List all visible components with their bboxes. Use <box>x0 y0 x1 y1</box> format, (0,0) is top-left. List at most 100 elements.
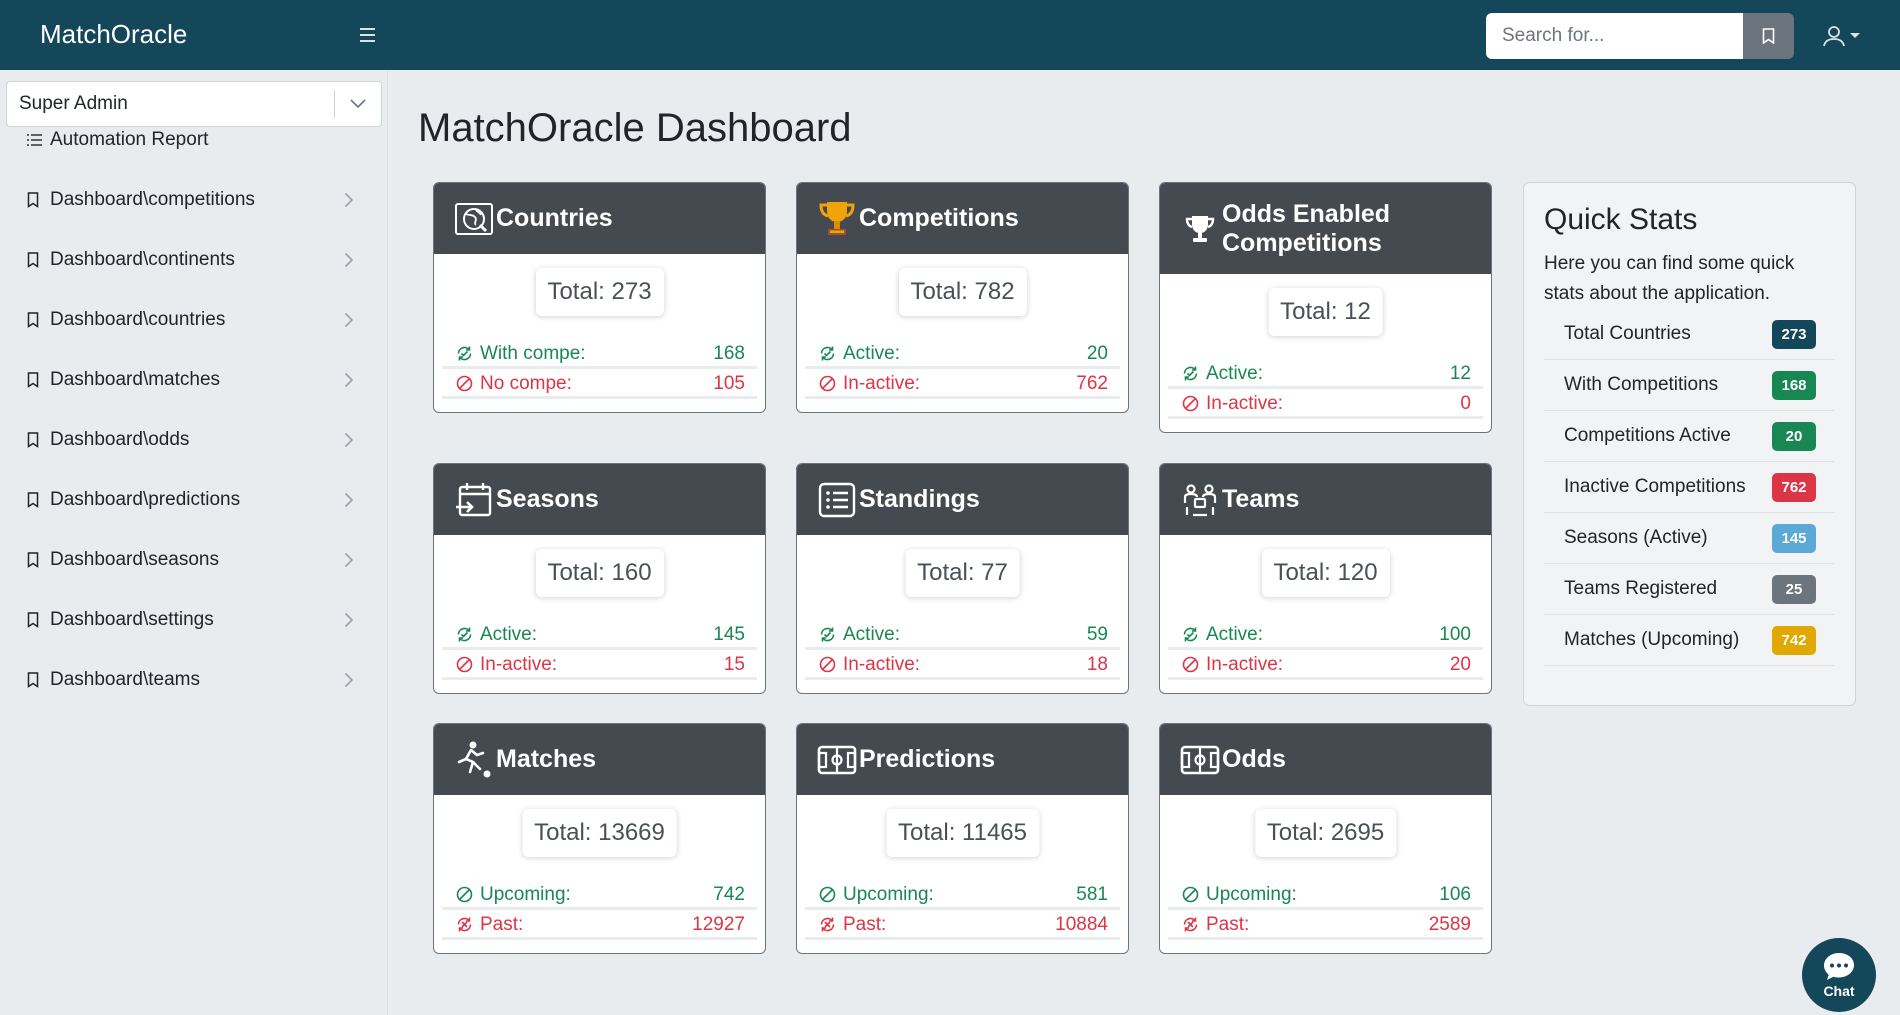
user-icon <box>1823 26 1845 47</box>
quick-stat-label: Inactive Competitions <box>1564 476 1746 497</box>
sidebar-item[interactable]: Dashboard\teams <box>0 655 388 705</box>
card-body: Total: 12 Active: 12 In-active: 0 <box>1160 274 1491 432</box>
sidebar-item-label: Dashboard\competitions <box>50 189 255 210</box>
stat-label: Active: <box>1206 623 1264 645</box>
stat-label: In-active: <box>1206 653 1284 675</box>
count-badge: 273 <box>1772 319 1816 349</box>
card-stat-row: In-active: 0 <box>1168 391 1483 419</box>
calendar-icon <box>454 480 494 520</box>
quick-stats-title: Quick Stats <box>1544 203 1698 236</box>
sidebar-item-label: Dashboard\continents <box>50 249 235 270</box>
check-refresh-icon <box>819 626 837 643</box>
quick-stat-item: Competitions Active 20 <box>1544 411 1834 462</box>
top-navbar: MatchOracle <box>0 0 1900 70</box>
quick-stat-item: Total Countries 273 <box>1544 309 1834 360</box>
card-header: Competitions <box>797 183 1128 254</box>
card-stat-row: Upcoming: 742 <box>442 882 757 910</box>
card-title: Countries <box>496 204 613 232</box>
stat-label: Active: <box>843 623 901 645</box>
check-refresh-icon <box>1182 365 1200 382</box>
card-header: Odds <box>1160 724 1491 795</box>
menu-toggle-icon[interactable] <box>356 24 380 46</box>
card-total: Total: 160 <box>535 549 664 597</box>
check-refresh-icon <box>456 345 474 362</box>
stat-label: Past: <box>843 913 887 935</box>
chevron-right-icon <box>344 552 364 568</box>
stat-value: 18 <box>1086 653 1108 675</box>
card-total: Total: 2695 <box>1254 809 1397 857</box>
sidebar-item[interactable]: Dashboard\matches <box>0 355 388 405</box>
card-body: Total: 782 Active: 20 In-active: 762 <box>797 254 1128 412</box>
bookmark-icon <box>1762 28 1775 44</box>
search-button[interactable] <box>1743 13 1794 59</box>
stat-value: 168 <box>713 342 745 364</box>
bookmark-icon <box>27 372 43 388</box>
stat-card: Teams Total: 120 Active: 100 In-active: 20 <box>1159 463 1492 694</box>
search-input[interactable] <box>1486 13 1743 59</box>
stat-value: 145 <box>713 623 745 645</box>
quick-stats-panel: Quick Stats Here you can find some quick… <box>1523 182 1856 706</box>
page-title: MatchOracle Dashboard <box>418 106 852 150</box>
chevron-right-icon <box>344 492 364 508</box>
chevron-down-icon <box>335 99 381 109</box>
stat-label: Upcoming: <box>843 883 934 905</box>
chat-bubble-icon <box>1824 953 1854 980</box>
stat-label: In-active: <box>1206 392 1284 414</box>
sidebar-item[interactable]: Dashboard\countries <box>0 295 388 345</box>
stat-label: Upcoming: <box>1206 883 1297 905</box>
stat-value: 2589 <box>1428 913 1471 935</box>
bookmark-icon <box>27 432 43 448</box>
quick-stat-label: Teams Registered <box>1564 578 1718 599</box>
stat-label: In-active: <box>843 653 921 675</box>
stat-value: 762 <box>1076 372 1108 394</box>
stat-label: Active: <box>843 342 901 364</box>
bookmark-icon <box>27 192 43 208</box>
card-stat-row: In-active: 15 <box>442 652 757 680</box>
chevron-right-icon <box>344 312 364 328</box>
card-title: Teams <box>1222 485 1300 513</box>
check-circle-icon <box>1182 886 1200 903</box>
card-stat-row: Active: 145 <box>442 622 757 650</box>
card-title: Seasons <box>496 485 599 513</box>
chevron-right-icon <box>344 432 364 448</box>
chevron-right-icon <box>344 192 364 208</box>
stat-card: Matches Total: 13669 Upcoming: 742 Past: 1292… <box>433 723 766 954</box>
stat-value: 106 <box>1439 883 1471 905</box>
card-stat-row: Active: 12 <box>1168 361 1483 389</box>
stat-value: 15 <box>723 653 745 675</box>
refresh-x-icon <box>819 916 837 933</box>
sidebar-item[interactable]: Dashboard\predictions <box>0 475 388 525</box>
sidebar-item[interactable]: Dashboard\continents <box>0 235 388 285</box>
sidebar-item[interactable]: Dashboard\odds <box>0 415 388 465</box>
card-total: Total: 782 <box>898 268 1027 316</box>
sidebar-item[interactable]: Dashboard\seasons <box>0 535 388 585</box>
sidebar-item-label: Dashboard\settings <box>50 609 214 630</box>
sidebar-item[interactable]: Dashboard\competitions <box>0 175 388 225</box>
stat-card: Odds Enabled Competitions Total: 12 Active… <box>1159 182 1492 433</box>
user-menu[interactable] <box>1822 24 1864 48</box>
ban-icon <box>819 375 837 392</box>
card-header: Odds Enabled Competitions <box>1160 183 1491 274</box>
card-stat-row: Upcoming: 581 <box>805 882 1120 910</box>
sidebar-item-label: Dashboard\countries <box>50 309 226 330</box>
brand-logo[interactable]: MatchOracle <box>40 19 187 50</box>
card-header: Matches <box>434 724 765 795</box>
ban-icon <box>456 375 474 392</box>
chat-button[interactable]: Chat <box>1802 938 1876 1012</box>
sidebar-item[interactable]: Dashboard\settings <box>0 595 388 645</box>
bookmark-icon <box>27 612 43 628</box>
card-stat-row: No compe: 105 <box>442 371 757 399</box>
check-refresh-icon <box>1182 626 1200 643</box>
pitch-icon <box>1180 740 1220 780</box>
check-circle-icon <box>456 886 474 903</box>
stat-card: Seasons Total: 160 Active: 145 In-active: 15 <box>433 463 766 694</box>
globe-icon <box>454 199 494 239</box>
card-stat-row: Past: 2589 <box>1168 912 1483 940</box>
caret-down-icon <box>1850 33 1860 38</box>
bookmark-icon <box>27 252 43 268</box>
sidebar-item[interactable]: Automation Report <box>0 115 388 165</box>
stat-label: Active: <box>1206 362 1264 384</box>
bookmark-icon <box>27 552 43 568</box>
quick-stats-description: Here you can find some quick stats about… <box>1544 253 1795 304</box>
refresh-x-icon <box>456 916 474 933</box>
